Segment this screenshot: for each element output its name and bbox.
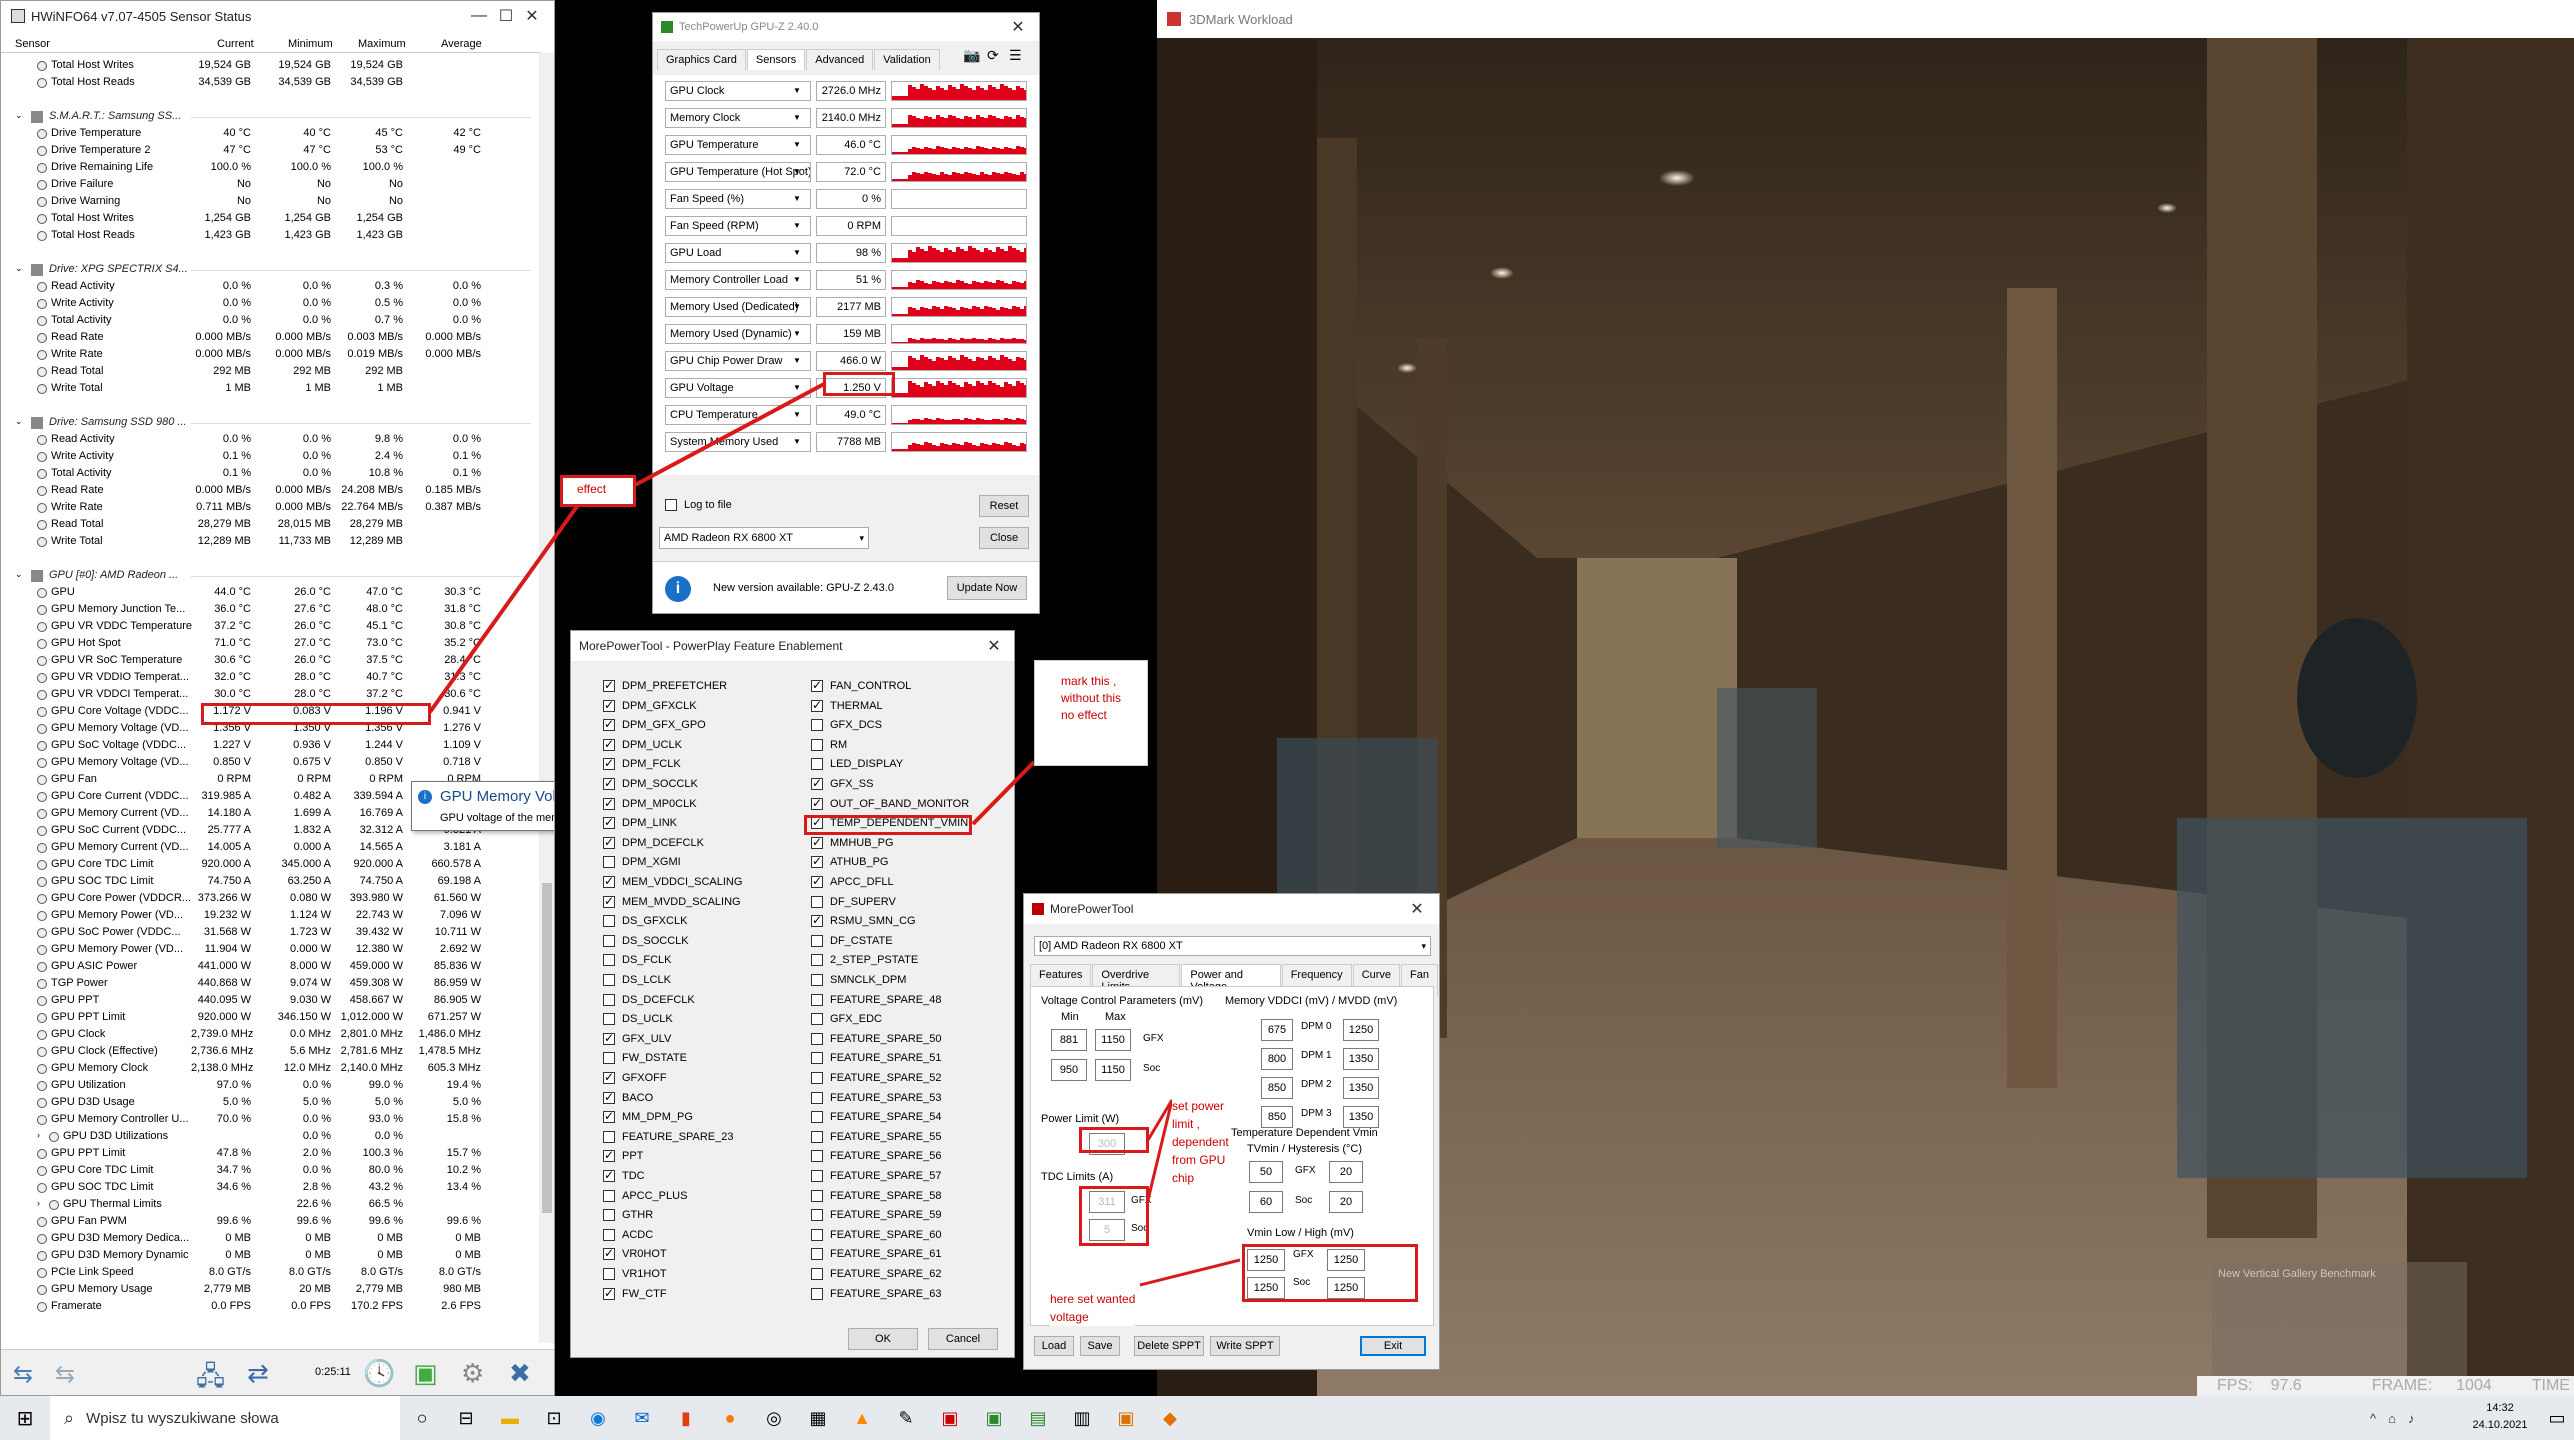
annotation-lines — [428, 382, 1241, 1287]
file-explorer-icon[interactable]: ▬ — [488, 1396, 532, 1440]
app-taskbar-icon[interactable]: ◆ — [1148, 1396, 1192, 1440]
pen-icon[interactable]: ✎ — [884, 1396, 928, 1440]
mail-icon[interactable]: ✉ — [620, 1396, 664, 1440]
tray-clock[interactable]: 14:32 24.10.2021 — [2460, 1400, 2540, 1434]
store-icon[interactable]: ⊡ — [532, 1396, 576, 1440]
3dmark-taskbar-icon[interactable]: ▣ — [1104, 1396, 1148, 1440]
search-placeholder: Wpisz tu wyszukiwane słowa — [86, 1409, 279, 1427]
tray-date: 24.10.2021 — [2472, 1419, 2528, 1431]
search-icon: ⌕ — [64, 1407, 75, 1428]
mpt-taskbar-icon[interactable]: ▣ — [928, 1396, 972, 1440]
office-icon[interactable]: ▮ — [664, 1396, 708, 1440]
calculator-icon[interactable]: ▦ — [796, 1396, 840, 1440]
task-view-icon[interactable]: ○ — [400, 1396, 444, 1440]
firefox-icon[interactable]: ● — [708, 1396, 752, 1440]
tray-time: 14:32 — [2486, 1402, 2514, 1414]
network-icon[interactable]: ⌂ — [2388, 1411, 2396, 1426]
volume-icon[interactable]: ♪ — [2408, 1411, 2415, 1426]
gpuz-taskbar-icon[interactable]: ▣ — [972, 1396, 1016, 1440]
start-button[interactable]: ⊞ — [0, 1396, 50, 1440]
windows-icon: ⊞ — [16, 1407, 34, 1430]
taskbar-search[interactable]: ⌕ Wpisz tu wyszukiwane słowa — [50, 1396, 400, 1440]
obs-icon[interactable]: ◎ — [752, 1396, 796, 1440]
annotation-effect: effect — [560, 475, 636, 507]
annotation-set-voltage: here set wanted voltage — [1050, 1290, 1136, 1326]
annotation-mark-this: mark this , without this no effect — [1034, 660, 1148, 766]
taskbar: ⊞ ⌕ Wpisz tu wyszukiwane słowa ○ ⊟ ▬ ⊡ ◉… — [0, 1396, 2574, 1440]
hwinfo-taskbar-icon[interactable]: ▥ — [1060, 1396, 1104, 1440]
annotation-set-power: set power limit , dependent from GPU chi… — [1172, 1097, 1229, 1187]
chevron-up-icon[interactable]: ^ — [2370, 1411, 2376, 1426]
notifications-icon[interactable]: ▭ — [2540, 1396, 2574, 1440]
vlc-icon[interactable]: ▲ — [840, 1396, 884, 1440]
widgets-icon[interactable]: ⊟ — [444, 1396, 488, 1440]
system-tray[interactable]: ^ ⌂ ♪ — [2370, 1396, 2426, 1440]
effect-text: effect — [577, 482, 607, 496]
edge-icon[interactable]: ◉ — [576, 1396, 620, 1440]
mark-this-text: mark this , without this no effect — [1061, 674, 1122, 722]
gpu-taskbar-icon[interactable]: ▤ — [1016, 1396, 1060, 1440]
